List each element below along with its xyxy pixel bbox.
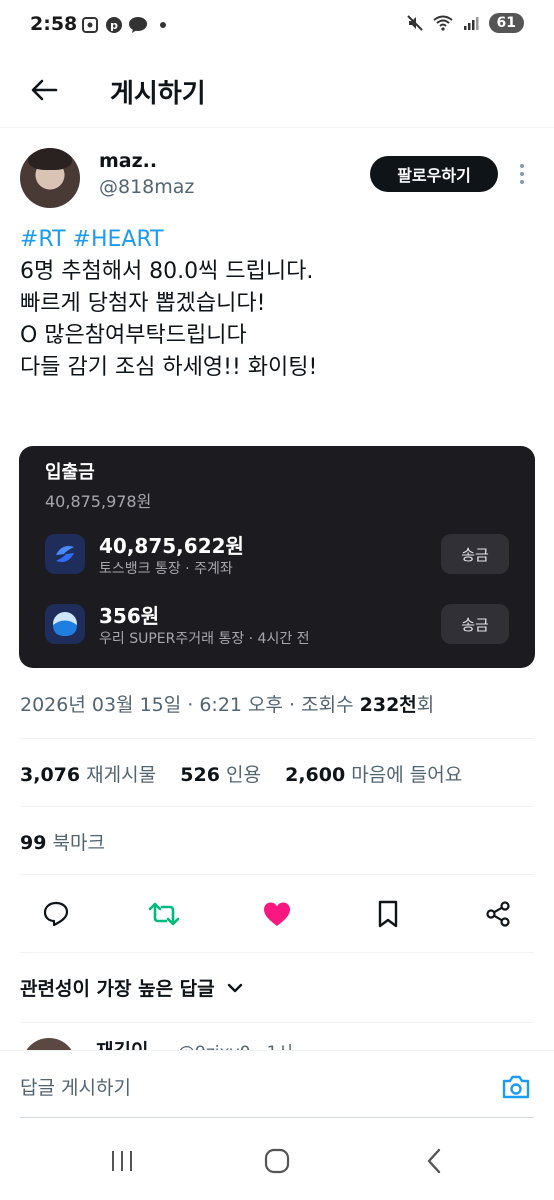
wifi-icon [432, 13, 453, 33]
system-navigation-bar [0, 1120, 554, 1200]
author-display-name[interactable]: maz.. [99, 150, 157, 172]
camera-button[interactable] [500, 1071, 532, 1103]
back-nav-button[interactable] [414, 1146, 454, 1176]
bank-card-title: 입출금 [45, 462, 95, 483]
top-app-bar: 게시하기 [0, 52, 554, 128]
repost-button[interactable] [146, 896, 182, 932]
reply-composer: 답글 게시하기 [0, 1050, 554, 1120]
share-button[interactable] [480, 896, 516, 932]
bank-card-total: 40,875,978원 [45, 492, 152, 511]
mute-icon [405, 13, 425, 33]
author-handle[interactable]: @818maz [99, 176, 194, 198]
tweet-line: 빠르게 당첨자 뽑겠습니다! [20, 291, 266, 316]
bookmarks-stat[interactable]: 99 북마크 [20, 828, 105, 855]
account-amount: 40,875,622원 [99, 534, 244, 558]
reposts-label: 재게시물 [86, 764, 157, 786]
back-button[interactable] [26, 72, 62, 108]
talk-icon [128, 15, 148, 35]
tweet-line: O 많은참여부탁드립니다 [20, 323, 247, 348]
reply-sort-dropdown[interactable]: 관련성이 가장 높은 답글 [20, 974, 243, 1001]
arrow-left-icon [31, 79, 58, 101]
view-count-suffix: 회 [416, 694, 435, 716]
svg-text:p: p [110, 19, 118, 32]
bookmark-button[interactable] [370, 896, 406, 932]
repost-icon [148, 902, 180, 926]
more-dot-icon [520, 164, 524, 168]
divider [20, 1022, 534, 1023]
bookmarks-count: 99 [20, 832, 47, 854]
quotes-stat[interactable]: 526 인용 [180, 764, 261, 786]
more-dot-icon [520, 180, 524, 184]
system-icons: 61 [405, 13, 524, 33]
recent-apps-button[interactable] [102, 1146, 142, 1176]
chevron-left-icon [427, 1148, 441, 1174]
tweet-image[interactable]: 입출금 40,875,978원 40,875,622원 토스뱅크 통장 · 주계… [19, 446, 535, 668]
quotes-count: 526 [180, 764, 220, 786]
woori-bank-icon [45, 604, 85, 644]
status-bar: 2:58 p 61 [0, 0, 554, 52]
notification-icons: p [80, 15, 166, 35]
reply-sort-label: 관련성이 가장 높은 답글 [20, 978, 215, 1000]
transfer-button: 송금 [441, 604, 509, 644]
camera-icon [502, 1075, 530, 1099]
engagement-stats: 3,076 재게시물 526 인용 2,600 마음에 들어요 [20, 760, 462, 787]
account-subtitle: 우리 SUPER주거래 통장 · 4시간 전 [99, 631, 310, 647]
reply-button[interactable] [38, 896, 74, 932]
divider [20, 806, 534, 807]
screenshot-icon [80, 15, 100, 35]
chevron-down-icon [227, 983, 242, 992]
reply-icon [43, 901, 69, 927]
divider [20, 738, 534, 739]
battery-indicator: 61 [488, 13, 524, 33]
home-icon [264, 1148, 290, 1174]
quotes-label: 인용 [225, 764, 261, 786]
heart-filled-icon [264, 902, 290, 926]
share-icon [486, 901, 510, 927]
tweet-line: 6명 추첨해서 80.0씩 드립니다. [20, 259, 314, 284]
follow-button[interactable]: 팔로우하기 [370, 156, 498, 192]
author-avatar[interactable] [20, 148, 80, 208]
more-options-button[interactable] [512, 160, 532, 188]
likes-stat[interactable]: 2,600 마음에 들어요 [285, 764, 462, 786]
tweet-line: 다들 감기 조심 하세영!! 화이팅! [20, 355, 318, 380]
signal-icon [461, 13, 481, 33]
divider [20, 874, 534, 875]
reply-input[interactable]: 답글 게시하기 [20, 1073, 131, 1100]
more-notifications-dot [160, 22, 166, 28]
like-button[interactable] [259, 896, 295, 932]
bookmark-icon [378, 900, 398, 928]
status-time: 2:58 [30, 13, 78, 35]
tweet-timestamp: 2026년 03월 15일 · 6:21 오후 · 조회수 [20, 694, 360, 716]
home-button[interactable] [257, 1146, 297, 1176]
bookmarks-label: 북마크 [52, 832, 105, 854]
page-title: 게시하기 [110, 79, 206, 109]
account-amount: 356원 [99, 604, 160, 628]
likes-label: 마음에 들어요 [351, 764, 463, 786]
composer-underline [20, 1117, 534, 1118]
reposts-count: 3,076 [20, 764, 81, 786]
tweet-hashtags[interactable]: #RT #HEART [20, 224, 540, 256]
transfer-button: 송금 [441, 534, 509, 574]
more-dot-icon [520, 172, 524, 176]
recent-apps-icon [112, 1151, 132, 1171]
likes-count: 2,600 [285, 764, 346, 786]
tweet-meta: 2026년 03월 15일 · 6:21 오후 · 조회수 232천회 [20, 690, 434, 717]
tweet-text: #RT #HEART 6명 추첨해서 80.0씩 드립니다. 빠르게 당첨자 뽑… [20, 224, 540, 384]
view-count[interactable]: 232천 [360, 694, 417, 716]
tweet-action-bar [0, 888, 554, 938]
reposts-stat[interactable]: 3,076 재게시물 [20, 764, 156, 786]
pinterest-icon: p [104, 15, 124, 35]
divider [20, 952, 534, 953]
account-subtitle: 토스뱅크 통장 · 주계좌 [99, 561, 233, 577]
toss-bank-icon [45, 534, 85, 574]
